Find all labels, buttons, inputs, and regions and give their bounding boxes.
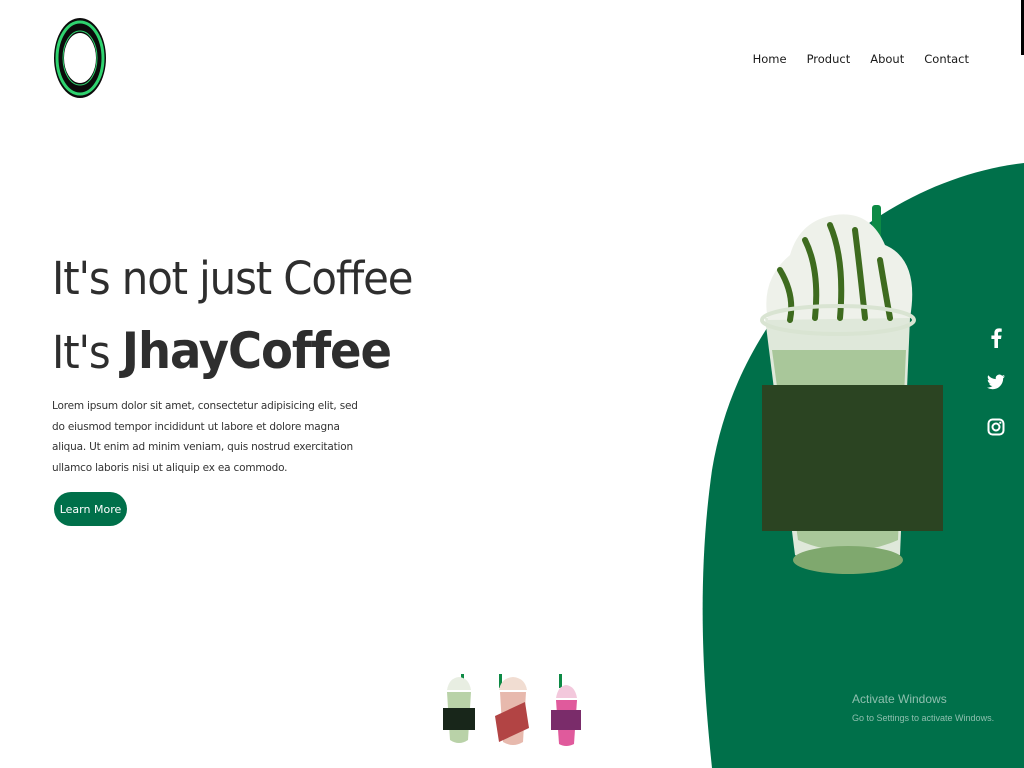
matcha-drink-thumbnail [443,674,475,743]
hero-heading-prefix: It's [52,326,122,379]
instagram-icon [987,418,1005,436]
twitter-icon [987,374,1005,390]
hero-brand-name: JhayCoffee [121,322,392,380]
nav-home[interactable]: Home [753,52,787,66]
matcha-frappuccino-image [760,200,945,585]
thumbnail-matcha[interactable] [441,672,477,748]
learn-more-button[interactable]: Learn More [54,492,127,526]
hero-heading-line1: It's not just Coffee [52,252,413,305]
main-nav: Home Product About Contact [733,52,969,66]
activate-windows-title: Activate Windows [852,692,947,706]
berry-drink-thumbnail [551,674,581,746]
facebook-icon [991,328,1002,348]
jhaydev-logo[interactable] [52,16,108,100]
nav-product[interactable]: Product [807,52,851,66]
nav-about[interactable]: About [870,52,904,66]
hero-heading-line2: It's JhayCoffee [52,322,392,380]
activate-windows-subtitle: Go to Settings to activate Windows. [852,713,995,723]
nav-contact[interactable]: Contact [924,52,969,66]
hero-description: Lorem ipsum dolor sit amet, consectetur … [52,400,358,474]
twitter-link[interactable] [984,370,1008,394]
instagram-link[interactable] [984,415,1008,439]
thumbnail-strawberry[interactable] [495,672,531,748]
strawberry-drink-thumbnail [495,674,529,745]
facebook-link[interactable] [984,326,1008,350]
thumbnail-berry[interactable] [548,672,584,748]
